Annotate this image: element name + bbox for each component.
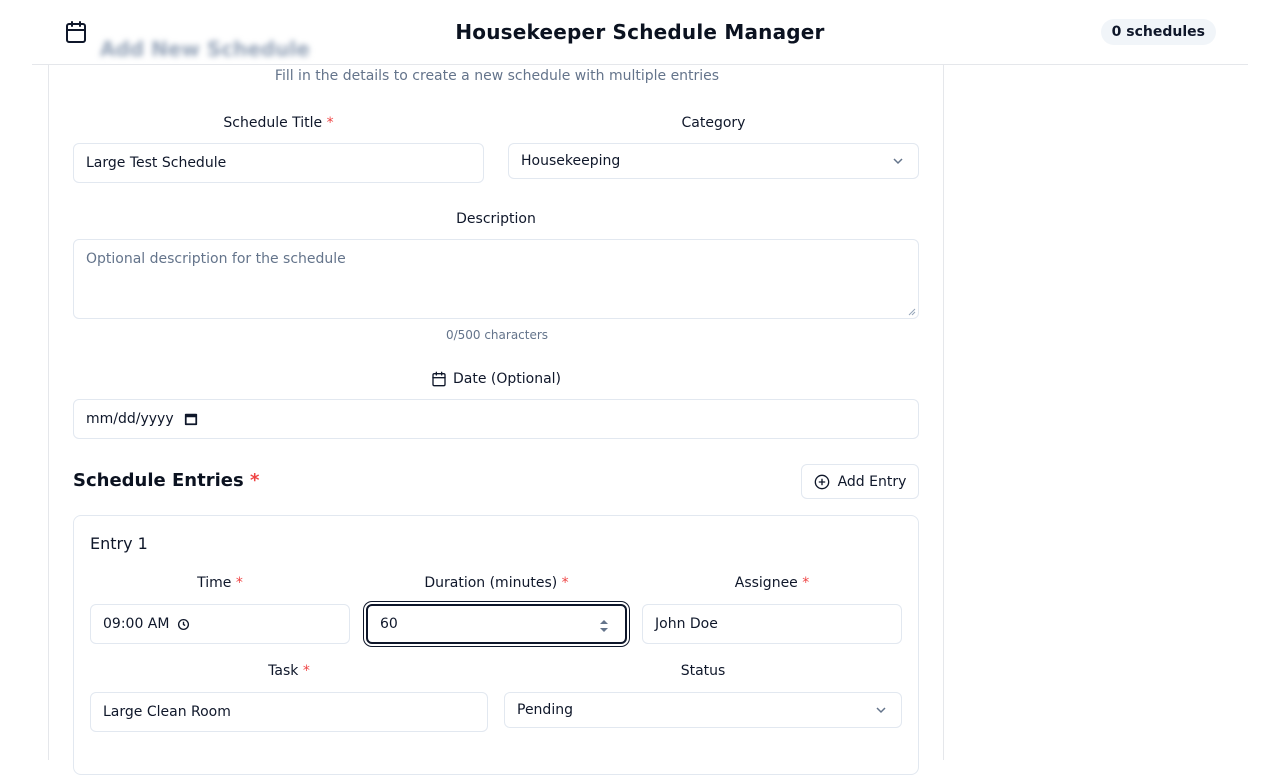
date-label: Date (Optional) bbox=[73, 371, 919, 387]
schedules-count-badge: 0 schedules bbox=[1100, 19, 1216, 45]
date-input[interactable]: mm/dd/yyyy bbox=[73, 399, 919, 439]
description-textarea[interactable]: Optional description for the schedule bbox=[73, 239, 919, 319]
description-label: Description bbox=[456, 211, 536, 227]
resize-handle-icon[interactable] bbox=[908, 308, 916, 316]
duration-input[interactable]: 60 bbox=[366, 604, 627, 644]
schedule-entries-title: Schedule Entries * bbox=[73, 470, 260, 491]
chevron-down-icon bbox=[893, 158, 903, 165]
number-stepper-icon[interactable] bbox=[599, 619, 609, 633]
entry-title: Entry 1 bbox=[90, 534, 148, 553]
time-input[interactable]: 09:00 AM bbox=[90, 604, 350, 644]
calendar-icon bbox=[432, 371, 446, 387]
form-subtitle: Fill in the details to create a new sche… bbox=[274, 68, 720, 84]
duration-label: Duration (minutes) * bbox=[424, 575, 569, 591]
schedule-entry-card: Entry 1 Time * 09:00 AM Duration (minute… bbox=[73, 515, 919, 775]
category-label: Category bbox=[681, 115, 746, 131]
category-select[interactable]: Housekeeping bbox=[508, 143, 919, 179]
plus-circle-icon bbox=[814, 474, 829, 489]
chevron-down-icon bbox=[876, 707, 886, 714]
status-select[interactable]: Pending bbox=[504, 692, 902, 728]
schedule-title-label: Schedule Title * bbox=[223, 115, 334, 131]
status-label: Status bbox=[680, 663, 726, 679]
add-entry-button[interactable]: Add Entry bbox=[801, 464, 919, 499]
time-label: Time * bbox=[197, 575, 243, 591]
assignee-label: Assignee * bbox=[734, 575, 810, 591]
assignee-input[interactable]: John Doe bbox=[642, 604, 902, 644]
schedule-title-input[interactable]: Large Test Schedule bbox=[73, 143, 484, 183]
clock-icon[interactable] bbox=[177, 618, 190, 631]
task-label: Task * bbox=[268, 663, 310, 679]
description-char-counter: 0/500 characters bbox=[445, 328, 549, 342]
add-schedule-card: Fill in the details to create a new sche… bbox=[48, 40, 944, 775]
form-heading: Add New Schedule bbox=[100, 37, 310, 61]
calendar-picker-icon[interactable] bbox=[184, 412, 198, 426]
task-input[interactable]: Large Clean Room bbox=[90, 692, 488, 732]
